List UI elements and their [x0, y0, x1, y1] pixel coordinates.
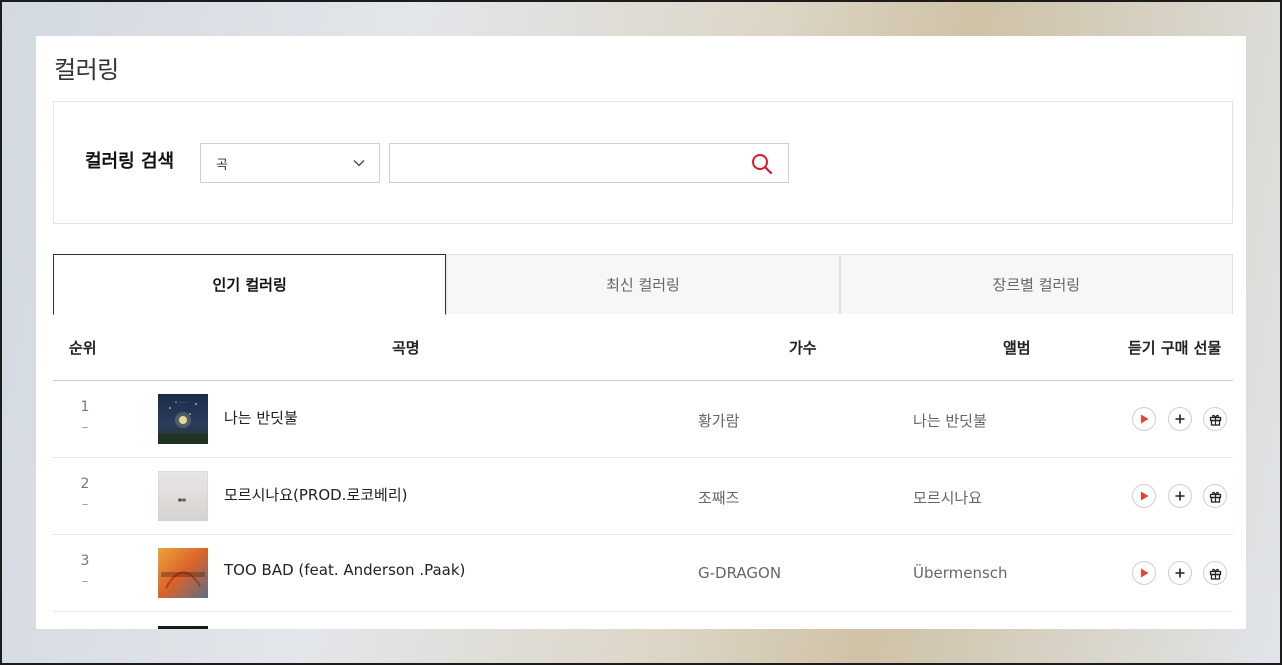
plus-icon	[1175, 568, 1185, 578]
tab-popular[interactable]: 인기 컬러링	[53, 254, 447, 315]
chart-table: 순위 곡명 가수 앨범 듣기 구매 선물 1 – · · · 나는 반딧불 황가…	[53, 314, 1233, 612]
header-artist: 가수	[789, 339, 817, 357]
search-field	[389, 143, 789, 183]
artist-name[interactable]: 황가람	[698, 410, 739, 431]
artist-name[interactable]: 조째즈	[698, 487, 739, 508]
album-art-partial	[158, 626, 208, 629]
tab-latest[interactable]: 최신 컬러링	[446, 254, 840, 314]
add-button[interactable]	[1168, 484, 1192, 508]
search-section: 컬러링 검색 곡	[53, 101, 1233, 224]
chevron-down-icon	[353, 156, 365, 171]
page-title: 컬러링	[54, 56, 119, 84]
table-row: 3 – TOO BAD (feat. Anderson .Paak) G-DRA…	[53, 535, 1233, 612]
search-label: 컬러링 검색	[85, 151, 175, 172]
coloring-tabs: 인기 컬러링 최신 컬러링 장르별 컬러링	[53, 254, 1233, 315]
add-button[interactable]	[1168, 407, 1192, 431]
song-title[interactable]: 모르시나요(PROD.로코베리)	[224, 484, 408, 505]
rank-change: –	[81, 574, 89, 589]
header-title: 곡명	[392, 339, 420, 357]
album-art-night-sky[interactable]: · · ·	[158, 394, 208, 444]
plus-icon	[1175, 414, 1185, 424]
add-button[interactable]	[1168, 561, 1192, 585]
search-button[interactable]	[750, 152, 774, 176]
rank-change: –	[81, 420, 89, 435]
album-name[interactable]: 모르시나요	[913, 487, 982, 508]
gift-icon	[1209, 414, 1221, 426]
header-actions: 듣기 구매 선물	[1128, 339, 1222, 357]
rank-number: 3	[80, 553, 90, 569]
song-title[interactable]: 나는 반딧불	[224, 407, 298, 428]
table-header: 순위 곡명 가수 앨범 듣기 구매 선물	[53, 314, 1233, 381]
rank-number: 1	[80, 399, 90, 415]
header-rank: 순위	[69, 339, 97, 357]
header-album: 앨범	[1003, 339, 1031, 357]
song-title[interactable]: TOO BAD (feat. Anderson .Paak)	[224, 561, 465, 579]
search-input[interactable]	[390, 144, 740, 182]
search-icon	[752, 154, 773, 175]
search-type-value: 곡	[216, 157, 228, 173]
tab-genre[interactable]: 장르별 컬러링	[839, 254, 1233, 314]
svg-text:· · ·: · · ·	[180, 400, 186, 405]
play-icon	[1141, 414, 1149, 424]
album-name[interactable]: Übermensch	[913, 564, 1008, 582]
search-type-select[interactable]: 곡	[200, 143, 380, 183]
gift-button[interactable]	[1203, 561, 1227, 585]
play-icon	[1141, 491, 1149, 501]
rank-number: 2	[80, 476, 90, 492]
coloring-panel: 컬러링 컬러링 검색 곡 인기 컬러링 최신 컬러링 장르별 컬러링 순위 곡명…	[36, 36, 1246, 629]
album-art-ubermensch[interactable]	[158, 548, 208, 598]
album-name[interactable]: 나는 반딧불	[913, 410, 987, 431]
gift-icon	[1209, 491, 1221, 503]
table-row: 1 – · · · 나는 반딧불 황가람 나는 반딧불	[53, 381, 1233, 458]
gift-icon	[1209, 568, 1221, 580]
table-row: 2 – 모르시나요(PROD.로코베리) 조째즈 모르시나요	[53, 458, 1233, 535]
play-icon	[1141, 568, 1149, 578]
play-button[interactable]	[1132, 561, 1156, 585]
gift-button[interactable]	[1203, 484, 1227, 508]
gift-button[interactable]	[1203, 407, 1227, 431]
artist-name[interactable]: G-DRAGON	[698, 564, 781, 582]
rank-change: –	[81, 497, 89, 512]
play-button[interactable]	[1132, 484, 1156, 508]
plus-icon	[1175, 491, 1185, 501]
play-button[interactable]	[1132, 407, 1156, 431]
album-art-snowy-field[interactable]	[158, 471, 208, 521]
